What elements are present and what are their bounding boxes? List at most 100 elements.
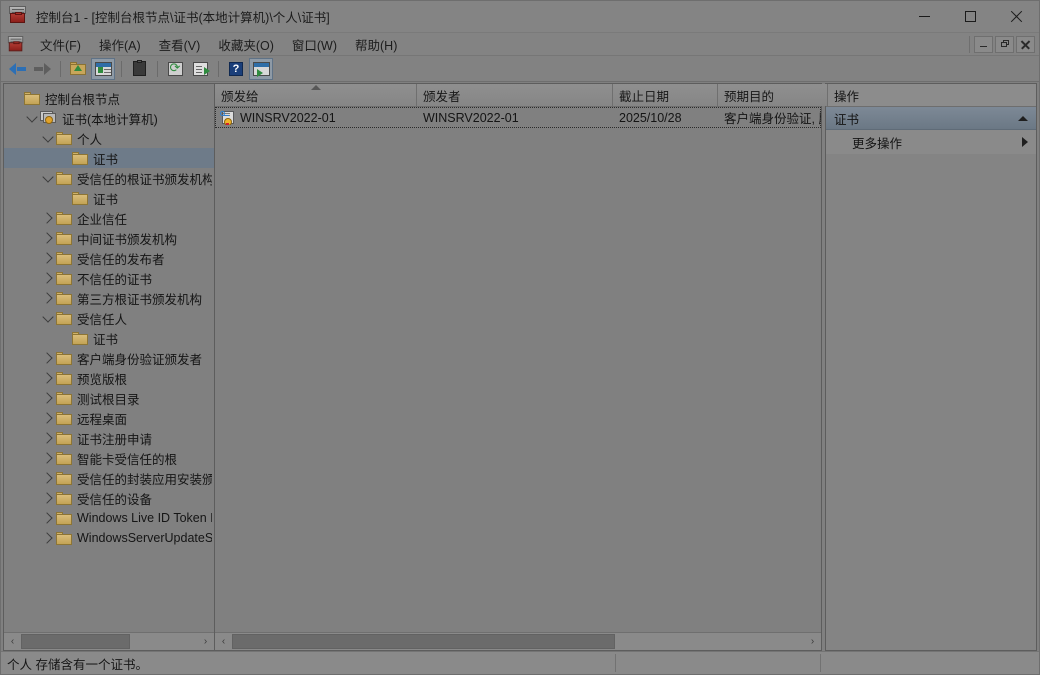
chevron-right-icon[interactable] <box>40 530 56 546</box>
tree-node-label: 远程桌面 <box>77 412 128 427</box>
help-button[interactable]: ? <box>224 58 248 80</box>
sort-ascending-icon <box>310 85 321 90</box>
show-hide-action-pane-button[interactable] <box>249 57 273 80</box>
tree-node[interactable]: 不信任的证书 <box>4 268 214 288</box>
list-scroll-right-button[interactable]: › <box>804 633 821 650</box>
tree-node[interactable]: 证书(本地计算机) <box>4 108 214 128</box>
list-horizontal-scrollbar[interactable]: ‹ › <box>215 632 821 650</box>
show-hide-console-tree-button[interactable] <box>91 57 115 80</box>
tree-node[interactable]: 受信任的设备 <box>4 488 214 508</box>
tree-node[interactable]: 证书 <box>4 148 214 168</box>
chevron-right-icon[interactable] <box>40 470 56 486</box>
back-button[interactable] <box>5 58 29 80</box>
column-header[interactable]: 颁发给 <box>215 84 417 106</box>
tree-node-spacer <box>56 150 72 166</box>
tree-node[interactable]: 远程桌面 <box>4 408 214 428</box>
tree-node[interactable]: 控制台根节点 <box>4 88 214 108</box>
chevron-right-icon[interactable] <box>40 350 56 366</box>
tree-node[interactable]: 证书 <box>4 328 214 348</box>
chevron-right-icon[interactable] <box>40 430 56 446</box>
chevron-right-icon[interactable] <box>40 510 56 526</box>
tree-node[interactable]: 企业信任 <box>4 208 214 228</box>
toolbar-separator <box>218 60 219 77</box>
cert-store-icon <box>40 111 57 125</box>
tree-node[interactable]: 证书 <box>4 188 214 208</box>
mdi-close-button[interactable] <box>1016 35 1035 53</box>
chevron-right-icon[interactable] <box>40 290 56 306</box>
list-scroll-track[interactable] <box>232 634 804 649</box>
properties-button[interactable] <box>127 58 151 80</box>
column-header[interactable]: 预期目的 <box>718 84 828 106</box>
tree-node-label: 企业信任 <box>77 212 128 227</box>
tree-node[interactable]: Windows Live ID Token Issuer <box>4 508 214 528</box>
menu-bar: 文件(F) 操作(A) 查看(V) 收藏夹(O) 窗口(W) 帮助(H) <box>1 33 1039 56</box>
chevron-right-icon[interactable] <box>40 390 56 406</box>
tree-horizontal-scrollbar[interactable]: ‹ › <box>4 632 214 650</box>
refresh-button[interactable] <box>163 58 187 80</box>
console-tree[interactable]: 控制台根节点 证书(本地计算机) 个人 证书 受信任的根证书颁发机构 证书 企业信任 中间证书… <box>4 84 214 632</box>
folder-icon <box>56 531 72 545</box>
export-list-button[interactable] <box>188 58 212 80</box>
up-one-level-button[interactable] <box>66 58 90 80</box>
tree-scroll-thumb[interactable] <box>21 634 131 649</box>
table-cell-issued-by: WINSRV2022-01 <box>417 111 613 125</box>
chevron-right-icon[interactable] <box>40 490 56 506</box>
chevron-right-icon[interactable] <box>40 370 56 386</box>
tree-scroll-right-button[interactable]: › <box>197 633 214 650</box>
mdi-restore-button[interactable] <box>995 35 1014 53</box>
mdi-minimize-button[interactable] <box>974 35 993 53</box>
minimize-button[interactable] <box>901 1 947 32</box>
menu-view[interactable]: 查看(V) <box>150 33 210 56</box>
tree-node-label: 受信任的发布者 <box>77 252 165 267</box>
toolbar: ? <box>1 56 1039 82</box>
tree-node[interactable]: 第三方根证书颁发机构 <box>4 288 214 308</box>
chevron-down-icon[interactable] <box>40 170 56 186</box>
tree-node[interactable]: 受信任的根证书颁发机构 <box>4 168 214 188</box>
chevron-down-icon[interactable] <box>40 130 56 146</box>
console-body: 控制台根节点 证书(本地计算机) 个人 证书 受信任的根证书颁发机构 证书 企业信任 中间证书… <box>1 82 1039 651</box>
tree-node[interactable]: 证书注册申请 <box>4 428 214 448</box>
tree-node[interactable]: 测试根目录 <box>4 388 214 408</box>
chevron-right-icon[interactable] <box>40 250 56 266</box>
tree-node[interactable]: 预览版根 <box>4 368 214 388</box>
column-header-label: 颁发给 <box>221 89 259 104</box>
menu-favorites[interactable]: 收藏夹(O) <box>209 33 283 56</box>
tree-node[interactable]: 受信任人 <box>4 308 214 328</box>
table-row[interactable]: WINSRV2022-01 WINSRV2022-01 2025/10/28 客户端身… <box>215 107 821 128</box>
menu-action[interactable]: 操作(A) <box>90 33 150 56</box>
menu-help[interactable]: 帮助(H) <box>346 33 406 56</box>
list-scroll-thumb[interactable] <box>232 634 616 649</box>
chevron-right-icon[interactable] <box>40 230 56 246</box>
tree-scroll-track[interactable] <box>21 634 197 649</box>
tree-node[interactable]: 客户端身份验证颁发者 <box>4 348 214 368</box>
cell-text: 客户端身份验证, 服 <box>724 112 821 126</box>
refresh-icon <box>167 60 183 76</box>
menu-file[interactable]: 文件(F) <box>31 33 90 56</box>
list-scroll-left-button[interactable]: ‹ <box>215 633 232 650</box>
forward-button[interactable] <box>30 58 54 80</box>
tree-node[interactable]: 中间证书颁发机构 <box>4 228 214 248</box>
chevron-down-icon[interactable] <box>40 310 56 326</box>
close-button[interactable] <box>993 1 1039 32</box>
tree-node[interactable]: 个人 <box>4 128 214 148</box>
chevron-right-icon[interactable] <box>40 210 56 226</box>
tree-node[interactable]: 智能卡受信任的根 <box>4 448 214 468</box>
column-header[interactable]: 截止日期 <box>613 84 718 106</box>
chevron-down-icon[interactable] <box>24 110 40 126</box>
action-more-actions[interactable]: 更多操作 <box>826 130 1036 154</box>
tree-node-label: 证书 <box>93 192 119 207</box>
chevron-right-icon[interactable] <box>40 270 56 286</box>
caret-up-icon[interactable] <box>1018 115 1028 121</box>
column-header[interactable]: 颁发者 <box>417 84 613 106</box>
certificate-list[interactable]: WINSRV2022-01 WINSRV2022-01 2025/10/28 客户端身… <box>215 107 821 632</box>
chevron-right-icon[interactable] <box>40 410 56 426</box>
actions-group-certificates[interactable]: 证书 <box>826 107 1036 130</box>
tree-node-label: 智能卡受信任的根 <box>77 452 178 467</box>
tree-node[interactable]: WindowsServerUpdateServices <box>4 528 214 548</box>
tree-node[interactable]: 受信任的封装应用安装颁发者 <box>4 468 214 488</box>
menu-window[interactable]: 窗口(W) <box>283 33 346 56</box>
tree-scroll-left-button[interactable]: ‹ <box>4 633 21 650</box>
tree-node[interactable]: 受信任的发布者 <box>4 248 214 268</box>
chevron-right-icon[interactable] <box>40 450 56 466</box>
maximize-button[interactable] <box>947 1 993 32</box>
